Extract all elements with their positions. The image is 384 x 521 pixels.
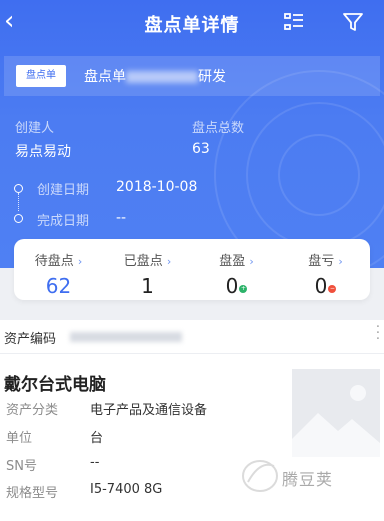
watermark-text: 腾豆荚	[282, 470, 334, 489]
total-label: 盘点总数	[192, 121, 245, 136]
stat-value: 1	[141, 274, 154, 298]
redacted-text	[126, 71, 198, 83]
asset-code-label: 资产编码	[4, 332, 57, 347]
field-value: 台	[90, 431, 104, 446]
timeline-line	[18, 193, 19, 211]
stat-value: 0 +	[225, 274, 248, 298]
list-icon[interactable]	[282, 10, 306, 34]
field-value: 电子产品及通信设备	[90, 403, 208, 418]
stat-value: 62	[45, 274, 72, 298]
loss-badge-icon: −	[328, 285, 337, 293]
order-name: 盘点单 研发	[84, 69, 226, 85]
stat-value: 0−	[314, 274, 337, 298]
stat-gain[interactable]: 盘盈 › 0 +	[192, 239, 281, 300]
finished-date-label: 完成日期	[37, 214, 90, 229]
stat-done[interactable]: 已盘点 › 1	[103, 239, 192, 300]
stat-pending[interactable]: 待盘点 › 62	[14, 239, 103, 300]
finished-date-value: --	[116, 210, 127, 226]
field-label: SN号	[6, 459, 37, 474]
gain-badge-icon: +	[239, 285, 248, 293]
field-value: --	[90, 455, 100, 470]
field-label: 单位	[6, 431, 33, 446]
field-label: 资产分类	[6, 403, 59, 418]
field-label: 规格型号	[6, 486, 59, 501]
timeline-dot	[14, 214, 23, 223]
stats-card: 待盘点 › 62 已盘点 › 1 盘盈 › 0 + 盘亏 › 0−	[14, 239, 370, 300]
asset-name: 戴尔台式电脑	[4, 375, 106, 395]
creator-label: 创建人	[15, 121, 55, 136]
image-placeholder-icon	[292, 369, 380, 457]
more-icon[interactable]: · · ·	[376, 321, 380, 346]
creator-value: 易点易动	[15, 144, 71, 160]
created-date-value: 2018-10-08	[116, 179, 198, 195]
filter-icon[interactable]	[341, 10, 365, 34]
field-value: I5-7400 8G	[90, 482, 163, 497]
page-title: 盘点单详情	[144, 15, 240, 36]
total-value: 63	[192, 141, 210, 157]
chevron-right-icon: ›	[77, 255, 83, 268]
stat-loss[interactable]: 盘亏 › 0−	[281, 239, 370, 300]
navigation-bar: ‹ 盘点单详情	[0, 0, 384, 44]
chevron-right-icon: ›	[338, 255, 343, 268]
asset-code-redacted	[70, 332, 182, 342]
created-date-label: 创建日期	[37, 183, 90, 198]
order-tag: 盘点单	[16, 65, 66, 87]
chevron-right-icon: ›	[249, 255, 254, 268]
chevron-right-icon: ›	[166, 255, 172, 268]
asset-code-row: 资产编码 · · ·	[0, 320, 384, 354]
timeline-dot	[14, 184, 23, 193]
order-bar: 盘点单 盘点单 研发	[4, 56, 380, 96]
